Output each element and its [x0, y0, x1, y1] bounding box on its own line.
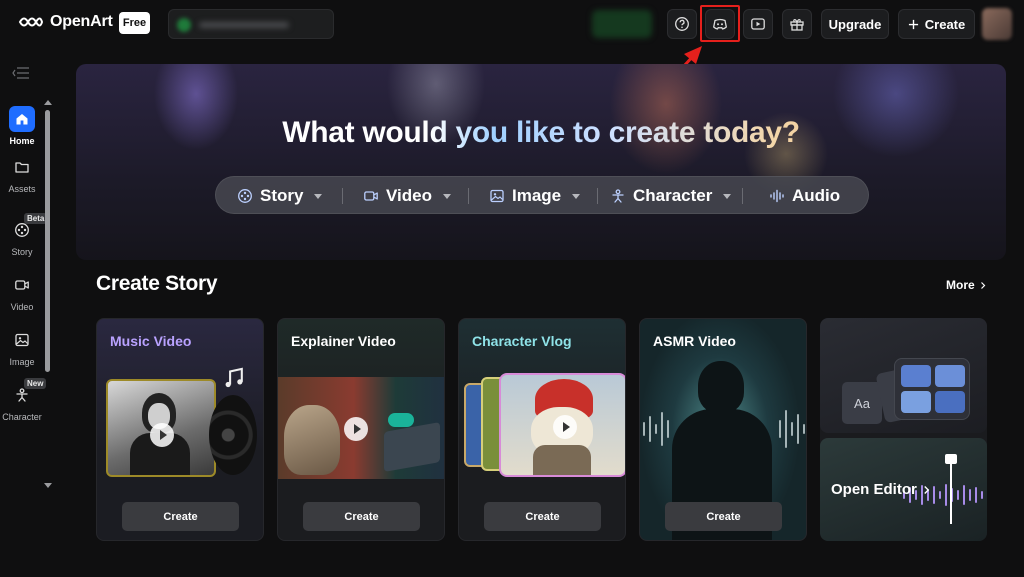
- film-reel-icon: [15, 223, 29, 237]
- button-label: Create: [706, 510, 741, 523]
- card-title: Explainer Video: [291, 333, 396, 349]
- upgrade-label: Upgrade: [828, 16, 882, 32]
- folder-icon: [15, 162, 29, 173]
- media-grid: [894, 358, 970, 420]
- card-thumbnail: [499, 373, 625, 477]
- editor-preview: Aa: [820, 318, 987, 433]
- home-icon: [16, 114, 28, 125]
- video-camera-icon: [364, 191, 378, 201]
- pill-label: Story: [260, 186, 304, 205]
- button-label: Create: [525, 510, 560, 523]
- sidebar-item-label: Assets: [8, 184, 36, 194]
- plan-badge: Free: [119, 12, 150, 34]
- card-character-vlog[interactable]: Character Vlog Create: [458, 318, 626, 541]
- create-button[interactable]: Create: [303, 502, 420, 531]
- gift-icon: [790, 19, 804, 31]
- help-button[interactable]: [667, 9, 697, 39]
- top-bar: OpenArt Free Upgrade Create: [0, 0, 1024, 48]
- gift-button[interactable]: [782, 9, 812, 39]
- create-button[interactable]: Create: [484, 502, 601, 531]
- text-tile: Aa: [842, 382, 882, 424]
- section-title: Create Story: [96, 272, 218, 295]
- highlight-box: [700, 5, 740, 42]
- brand-name: OpenArt: [50, 13, 113, 30]
- pill-label: Character: [633, 186, 713, 205]
- music-note-icon: [225, 367, 243, 388]
- user-avatar[interactable]: [982, 8, 1012, 40]
- image-icon: [490, 189, 504, 203]
- card-title: Music Video: [110, 333, 192, 349]
- card-asmr-video[interactable]: ASMR Video Create: [639, 318, 807, 541]
- chevron-right-icon: [924, 485, 930, 494]
- film-reel-icon: [238, 189, 252, 203]
- open-editor-label: Open Editor: [831, 481, 917, 498]
- card-thumbnail: [106, 379, 216, 477]
- pill-image[interactable]: Image: [489, 177, 581, 215]
- create-label: Create: [924, 16, 966, 32]
- card-thumbnail: [278, 377, 444, 479]
- chevron-down-icon: [442, 193, 451, 199]
- chevron-down-icon: [572, 193, 581, 199]
- logo[interactable]: OpenArt: [18, 13, 113, 31]
- card-title: ASMR Video: [653, 333, 736, 349]
- pill-audio[interactable]: Audio: [769, 177, 840, 215]
- pill-character[interactable]: Character: [610, 177, 732, 215]
- sidebar: Home Assets Story Beta Video Image Chara…: [0, 48, 56, 577]
- card-explainer-video[interactable]: Explainer Video Create: [277, 318, 445, 541]
- help-icon: [675, 17, 689, 31]
- blurred-button: [592, 10, 652, 38]
- pill-label: Audio: [792, 186, 841, 205]
- video-camera-icon: [15, 280, 29, 290]
- pill-video[interactable]: Video: [363, 177, 451, 215]
- openart-logo-icon: [18, 17, 44, 27]
- character-icon: [612, 189, 624, 203]
- sidebar-item-label: Character: [2, 412, 42, 422]
- chevron-down-icon: [723, 193, 732, 199]
- collapse-sidebar-icon[interactable]: [12, 66, 30, 80]
- button-label: Create: [344, 510, 379, 523]
- pill-story[interactable]: Story: [237, 177, 323, 215]
- sidebar-item-assets[interactable]: Assets: [0, 154, 44, 194]
- create-button[interactable]: Create: [665, 502, 782, 531]
- sidebar-item-label: Story: [11, 247, 33, 257]
- sidebar-item-label: Video: [10, 302, 34, 312]
- upgrade-button[interactable]: Upgrade: [821, 9, 889, 39]
- sidebar-item-home[interactable]: Home: [0, 106, 44, 146]
- audio-wave-icon: [770, 189, 784, 203]
- more-label: More: [946, 278, 975, 292]
- sidebar-item-image[interactable]: Image: [0, 327, 44, 367]
- card-music-video[interactable]: Music Video Create: [96, 318, 264, 541]
- image-icon: [15, 333, 29, 347]
- more-link[interactable]: More: [946, 278, 986, 292]
- sidebar-item-video[interactable]: Video: [0, 272, 44, 312]
- create-type-bar: Story Video Image Character Audio: [215, 176, 869, 214]
- vinyl-record-icon: [209, 395, 257, 475]
- hero-title: What would you like to create today?: [76, 116, 1006, 150]
- video-play-icon: [751, 18, 765, 30]
- hero-banner: What would you like to create today? Sto…: [76, 64, 1006, 260]
- card-title: Character Vlog: [472, 333, 572, 349]
- sidebar-item-label: Home: [9, 136, 35, 146]
- chevron-down-icon: [314, 193, 323, 199]
- blurred-field: [168, 9, 334, 39]
- create-button[interactable]: Create: [898, 9, 975, 39]
- pill-label: Video: [386, 186, 432, 205]
- button-label: Create: [163, 510, 198, 523]
- card-open-editor[interactable]: Aa Open Editor: [820, 318, 987, 541]
- pill-label: Image: [512, 186, 562, 205]
- video-tutorial-button[interactable]: [743, 9, 773, 39]
- create-button[interactable]: Create: [122, 502, 239, 531]
- sidebar-item-label: Image: [9, 357, 35, 367]
- plus-icon: [908, 19, 918, 29]
- character-icon: [16, 388, 28, 402]
- sidebar-scrollbar[interactable]: [44, 100, 52, 488]
- sound-wave-icon: [643, 410, 805, 448]
- open-editor-link[interactable]: Open Editor: [831, 481, 930, 498]
- chevron-right-icon: [980, 281, 986, 289]
